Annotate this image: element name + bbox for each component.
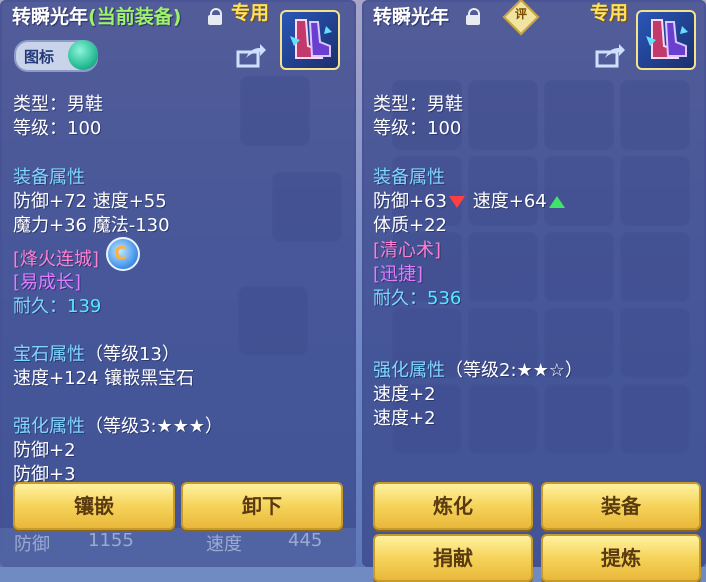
compare-equipment-tooltip: 转瞬光年 专用 类型：男鞋 等级：100 装备属性 防御+63 速度+64 体质…: [362, 0, 706, 582]
unload-button[interactable]: 卸下: [181, 482, 343, 530]
gem-attr: 速度+124 镶嵌黑宝石: [13, 368, 195, 389]
durability: 耐久：536: [373, 284, 461, 310]
enhance-attr-header: 强化属性: [13, 416, 85, 437]
icon-toggle[interactable]: 图标: [14, 40, 98, 72]
unlock-icon[interactable]: [466, 8, 480, 25]
enhance-line-2: 速度+2: [373, 408, 436, 429]
unlock-icon[interactable]: [208, 8, 222, 25]
enhance-line-1: 防御+2: [13, 440, 76, 461]
strip-def-value: 1155: [88, 530, 134, 551]
refresh-icon[interactable]: C: [106, 237, 140, 271]
toggle-knob: [68, 40, 98, 70]
enhance-attr-row: 强化属性（等级2:★★☆）: [373, 356, 583, 382]
special-skill-1: [清心术]: [373, 240, 442, 261]
durability-value: 139: [67, 296, 102, 317]
decrease-arrow-icon: [449, 196, 465, 208]
durability-label: 耐久：: [13, 296, 67, 317]
rating-badge-label: 评: [514, 7, 527, 21]
increase-arrow-icon: [548, 196, 565, 208]
attr-line-1: 防御+72 速度+55: [13, 191, 167, 212]
strip-speed-value: 445: [288, 530, 323, 551]
equipped-tag: (当前装备): [88, 6, 182, 28]
item-level: 等级：100: [373, 118, 462, 139]
item-name: 转瞬光年: [12, 6, 89, 28]
share-icon[interactable]: [595, 44, 625, 68]
item-type: 类型：男鞋: [373, 94, 463, 115]
equip-attr-header: 装备属性: [373, 167, 445, 188]
exclusive-label: 专用: [590, 2, 629, 24]
enhance-attr-row: 强化属性（等级3:★★★）: [13, 412, 223, 438]
attr-line-1: 防御+63 速度+64: [373, 187, 567, 213]
boots-item-icon: [636, 10, 696, 70]
durability: 耐久：139: [13, 292, 101, 318]
attr-line-2: 魔力+36 魔法-130: [13, 215, 170, 236]
item-level: 等级：100: [13, 118, 102, 139]
extract-button[interactable]: 提炼: [541, 534, 701, 582]
refine-button[interactable]: 炼化: [373, 482, 533, 530]
item-type: 类型：男鞋: [13, 94, 103, 115]
equip-button[interactable]: 装备: [541, 482, 701, 530]
attr-defense: 防御+63: [373, 191, 447, 212]
gem-attr-row: 宝石属性（等级13）: [13, 340, 180, 366]
donate-button[interactable]: 捐献: [373, 534, 533, 582]
attr-line-2: 体质+22: [373, 215, 447, 236]
boots-item-icon: [280, 10, 340, 70]
share-icon[interactable]: [236, 44, 266, 68]
current-equipment-tooltip: 转瞬光年(当前装备) 专用 图标 类型：男鞋 等级：100 装备属性 防御+72…: [0, 0, 356, 567]
enhance-level: （等级3:★★★）: [85, 416, 223, 437]
enhance-level: （等级2:★★☆）: [445, 360, 583, 381]
durability-label: 耐久：: [373, 288, 427, 309]
strip-def-label: 防御: [14, 534, 50, 555]
strip-speed-label: 速度: [206, 534, 242, 555]
gem-level: （等级13）: [85, 344, 180, 365]
item-title: 转瞬光年(当前装备): [12, 2, 181, 29]
inlay-button[interactable]: 镶嵌: [13, 482, 175, 530]
stats-strip: 防御 1155 速度 445: [0, 528, 356, 567]
icon-toggle-label: 图标: [24, 48, 55, 66]
equip-attr-header: 装备属性: [13, 167, 85, 188]
attr-speed: 速度+64: [472, 191, 547, 212]
special-skill-2: [迅捷]: [373, 264, 424, 285]
exclusive-label: 专用: [231, 2, 270, 24]
gem-attr-header: 宝石属性: [13, 344, 85, 365]
durability-value: 536: [427, 288, 462, 309]
enhance-line-1: 速度+2: [373, 384, 436, 405]
item-title: 转瞬光年: [373, 6, 450, 28]
special-skill-2: [易成长]: [13, 272, 82, 293]
enhance-attr-header: 强化属性: [373, 360, 445, 381]
